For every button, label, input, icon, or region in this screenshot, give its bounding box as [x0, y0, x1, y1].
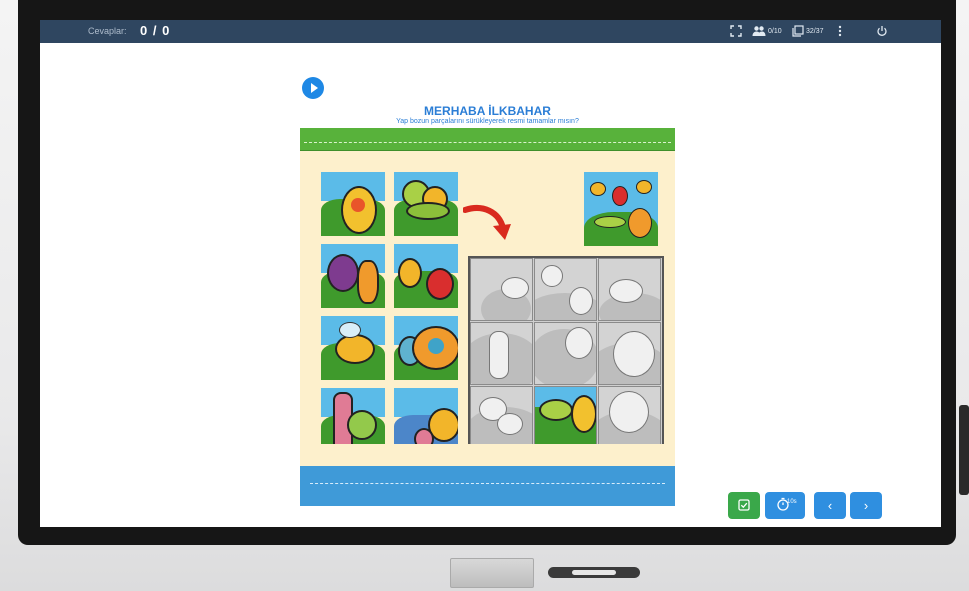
board-slot[interactable]: [470, 258, 533, 321]
timer-button[interactable]: 10s: [765, 492, 805, 519]
board-slot[interactable]: [598, 386, 661, 449]
pages-icon[interactable]: [792, 25, 804, 37]
screen: Cevaplar: 0 / 0 0/10 32/37 MERHABA İLKBA…: [40, 20, 941, 527]
puzzle-piece[interactable]: [394, 388, 458, 452]
board-slot[interactable]: [470, 322, 533, 385]
users-count: 0/10: [768, 28, 782, 35]
red-arrow-icon: [463, 205, 511, 240]
puzzle-worksheet: [300, 128, 675, 506]
board-slot[interactable]: [470, 386, 533, 449]
power-icon[interactable]: [876, 25, 888, 37]
board-slot[interactable]: [534, 322, 597, 385]
fullscreen-icon[interactable]: [730, 25, 742, 37]
reference-image: [584, 172, 658, 246]
answers-label: Cevaplar:: [88, 26, 127, 36]
activity-title: MERHABA İLKBAHAR: [424, 104, 551, 118]
board-slot[interactable]: [598, 322, 661, 385]
puzzle-piece[interactable]: [394, 172, 458, 236]
activity-instruction: Yap bozun parçalarını sürükleyerek resmi…: [396, 118, 579, 125]
next-page-button[interactable]: ›: [850, 492, 882, 519]
placed-puzzle-piece[interactable]: [534, 386, 597, 449]
check-answer-button[interactable]: [728, 492, 760, 519]
answers-score: 0 / 0: [140, 23, 171, 38]
worksheet-footer-strip: [300, 466, 675, 506]
board-slot[interactable]: [534, 258, 597, 321]
puzzle-piece[interactable]: [321, 244, 385, 308]
puzzle-board: [468, 256, 664, 453]
more-vertical-icon[interactable]: [837, 25, 843, 37]
board-slot[interactable]: [598, 258, 661, 321]
puzzle-piece[interactable]: [321, 316, 385, 380]
play-audio-button[interactable]: [302, 77, 324, 99]
puzzle-piece[interactable]: [394, 316, 458, 380]
previous-page-button[interactable]: ‹: [814, 492, 846, 519]
page-count: 32/37: [806, 28, 824, 35]
display-stand-button: [450, 558, 534, 588]
check-box-icon: [738, 499, 750, 511]
timer-label: 10s: [787, 499, 797, 505]
top-toolbar: Cevaplar: 0 / 0 0/10 32/37: [40, 20, 941, 43]
side-panel-button: [959, 405, 969, 495]
puzzle-piece[interactable]: [321, 388, 385, 452]
puzzle-piece[interactable]: [394, 244, 458, 308]
worksheet-header-strip: [300, 128, 675, 151]
stylus-pen: [548, 567, 640, 578]
users-icon[interactable]: [752, 25, 766, 37]
puzzle-piece[interactable]: [321, 172, 385, 236]
